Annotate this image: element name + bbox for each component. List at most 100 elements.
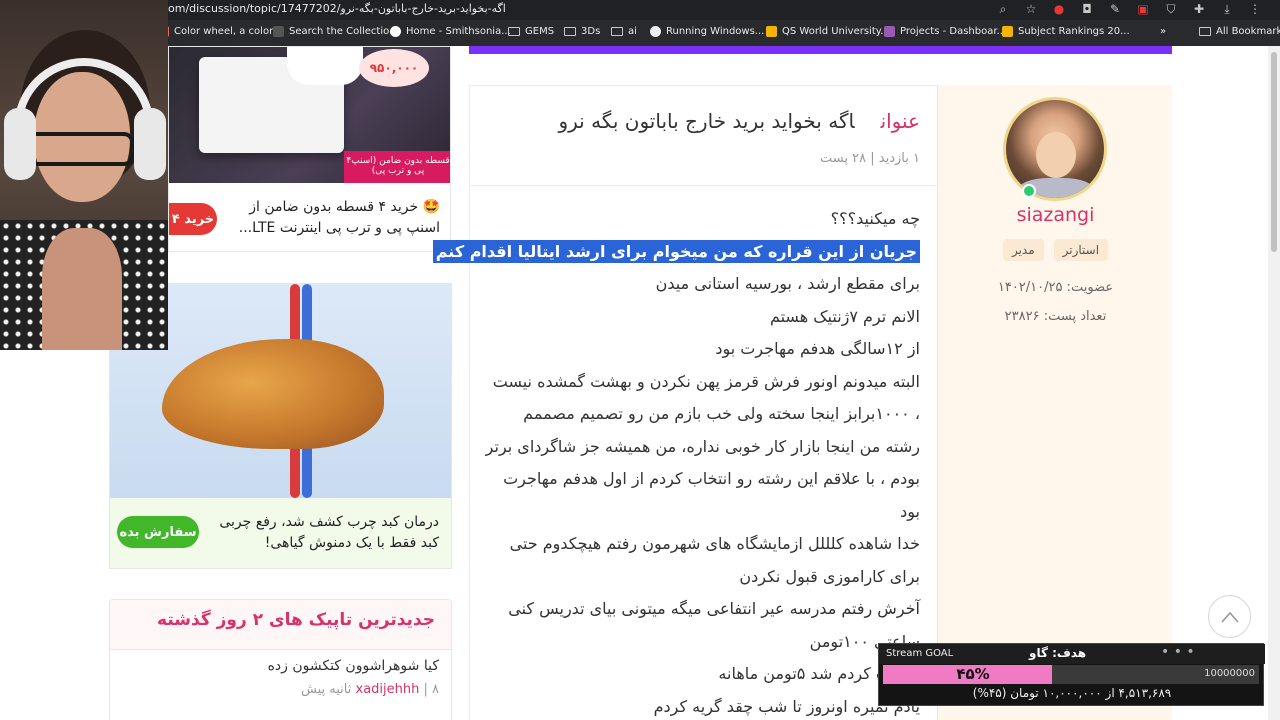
extension-eyedropper-icon[interactable]: ✎ [1108, 2, 1122, 16]
bookmark-item[interactable]: Color wheel, a color... [158, 26, 282, 37]
scrollbar-thumb[interactable] [1271, 52, 1277, 252]
bookmark-item[interactable]: Search the Collectio... [273, 26, 399, 37]
bookmark-item[interactable]: QS World University... [766, 26, 890, 37]
address-bar[interactable]: om/discussion/topic/17477202/اگه-بخواید-… [168, 2, 506, 15]
author-post-count: تعداد پست: ۲۳۸۲۶ [1004, 309, 1107, 324]
post-line: رشته من اینجا بازار کار خوبی نداره، من ه… [485, 436, 920, 456]
more-dots-icon: • • • [1161, 644, 1195, 660]
bookmark-item[interactable]: Subject Rankings 20... [1002, 26, 1130, 37]
extension-shield-icon[interactable]: ⛉ [1164, 2, 1178, 16]
post-line: ، ۱۰۰۰برابز اینجا سخته ولی خب بازم من رو… [523, 404, 920, 423]
post-line: حساب کردم شد ۵تومن ماهانه [718, 664, 920, 683]
bookmark-folder[interactable]: GEMS [508, 26, 554, 37]
bookmarks-more[interactable]: » [1160, 26, 1166, 37]
topic-meta: ۱ بازدید | ۲۸ پست [820, 151, 920, 166]
bookmark-star-icon[interactable]: ☆ [1024, 2, 1038, 16]
webcam-neck [42, 228, 122, 350]
ad-installment-banner: ۴قسطه بدون ضامن (اسنپ پی و ترب پی) [344, 151, 450, 183]
folder-icon [564, 27, 576, 36]
ad-order-button[interactable]: سفارش بده [117, 516, 199, 548]
menu-dots-icon[interactable]: ⋮ [1248, 2, 1262, 16]
author-username[interactable]: siazangi [938, 204, 1173, 226]
toolbar-icons: ⌕ ☆ ● ◘ ✎ ▣ ⛉ ✚ ⤓ ⋮ [996, 2, 1262, 16]
zoom-icon[interactable]: ⌕ [996, 2, 1010, 16]
latest-topic-user[interactable]: xadijehhh [356, 682, 420, 697]
rankings-icon [1002, 26, 1013, 37]
download-icon[interactable]: ⤓ [1220, 2, 1234, 16]
stream-goal-header: Stream GOAL هدف: گاو • • • [879, 644, 1265, 664]
post-line: بودم ، با علاقم این رشته رو انتخاب کردم … [503, 469, 920, 488]
site-icon [273, 26, 284, 37]
folder-icon [508, 27, 520, 36]
latest-topics-heading: جدیدترین تاپیک های ۲ روز گذشته [110, 600, 451, 650]
ad-badge [287, 47, 363, 85]
bookmark-item[interactable]: Projects - Dashboar... [884, 26, 1006, 37]
stream-goal-target: 10000000 [1204, 668, 1255, 679]
extension-camera-icon[interactable]: ◘ [1080, 2, 1094, 16]
bookmark-item[interactable]: Running Windows... [650, 26, 764, 37]
post-line: یادم نمیره اونروز تا شب چقد گریه کردم [653, 696, 920, 716]
liver-graphic [162, 339, 384, 449]
stream-goal-progress: ۴۵% 10000000 [883, 665, 1259, 684]
post-line: الانم ترم ۷ژنتیک هستم [769, 306, 920, 326]
post-line: برای کاراموزی قبول نکردن [739, 566, 920, 586]
extension-badge-icon[interactable]: ▣ [1136, 2, 1150, 16]
avatar[interactable] [1003, 97, 1107, 201]
browser-toolbar: om/discussion/topic/17477202/اگه-بخواید-… [0, 0, 1280, 20]
ad-modem-text[interactable]: 🤩 خرید ۴ قسطه بدون ضامن از اسنپ پی و ترب… [214, 197, 440, 239]
post-line: آخرش رفتم مدرسه عیر انتفاعی میگه میتونی … [508, 599, 920, 618]
topic-title: اگه بخواید برید خارج باباتون بگه نرو [558, 109, 855, 133]
qs-icon [766, 26, 777, 37]
post-line: خدا شاهده کلللل ازمایشگاه های شهرمون رفت… [509, 534, 920, 553]
smithsonian-icon [390, 26, 401, 37]
bookmark-item[interactable]: Home - Smithsonia... [390, 26, 511, 37]
online-status-icon [1022, 184, 1036, 198]
status-badge: مدیر [1002, 239, 1044, 261]
bookmark-folder[interactable]: ai [611, 26, 637, 37]
post-line: ساعتی ۱۰۰تومن [809, 631, 920, 651]
ad-modem-image: ۹۵۰,۰۰۰ ۴قسطه بدون ضامن (اسنپ پی و ترب پ… [169, 47, 450, 183]
windows-icon [650, 26, 661, 37]
scroll-to-top-button[interactable] [1208, 595, 1251, 638]
text-selection[interactable]: جریان از این قراره که من میخوام برای ارش… [432, 239, 920, 263]
all-bookmarks[interactable]: All Bookmarks [1199, 26, 1280, 37]
bookmark-folder[interactable]: 3Ds [564, 26, 600, 37]
stream-goal-widget: Stream GOAL هدف: گاو • • • ۴۵% 10000000 … [878, 643, 1265, 706]
bookmarks-bar: Color wheel, a color... Search the Colle… [0, 20, 1280, 46]
topic-label: عنوان [880, 109, 920, 133]
projects-icon [884, 26, 895, 37]
list-item[interactable]: کیا شوهراشوون کتکشون زده xadijehhh | ۸ ث… [110, 650, 451, 697]
extensions-puzzle-icon[interactable]: ✚ [1192, 2, 1206, 16]
ad-liver-text[interactable]: درمان کبد چرب کشف شد، رفع چربی کبد فقط ب… [199, 512, 439, 554]
headphone-cup [134, 108, 166, 180]
author-badges: استارتر مدیر [938, 239, 1173, 261]
folder-icon [1199, 27, 1211, 36]
post-body: چه میکنید؟؟؟ جریان از این قراره که من می… [432, 203, 920, 720]
author-joined: عضویت: ۱۴۰۲/۱۰/۲۵ [997, 280, 1114, 295]
post-header: عنوان اگه بخواید برید خارج باباتون بگه نر… [469, 85, 937, 186]
glasses [26, 132, 134, 166]
stream-goal-label: Stream GOAL [886, 648, 954, 659]
ad-price: ۹۵۰,۰۰۰ [359, 49, 429, 87]
page-content: ۹۵۰,۰۰۰ ۴قسطه بدون ضامن (اسنپ پی و ترب پ… [0, 46, 1280, 720]
ad-modem-banner[interactable]: ۹۵۰,۰۰۰ ۴قسطه بدون ضامن (اسنپ پی و ترب پ… [168, 46, 451, 252]
stream-goal-percent: ۴۵% [956, 665, 990, 683]
folder-icon [611, 27, 623, 36]
latest-topic-meta: xadijehhh | ۸ ثانیه پیش [301, 682, 439, 697]
post-line: البته میدونم اونور فرش قرمز پهن نکردن و … [492, 371, 920, 391]
extension-opera-icon[interactable]: ● [1052, 2, 1066, 16]
author-panel: siazangi استارتر مدیر عضویت: ۱۴۰۲/۱۰/۲۵ … [937, 85, 1172, 720]
status-badge: استارتر [1053, 239, 1109, 261]
chevron-up-icon [1220, 611, 1239, 623]
headphone-cup [4, 108, 36, 180]
ad-buy-button[interactable]: خرید ۴ [169, 203, 217, 235]
webcam-overlay [0, 0, 168, 350]
page-title: عنوان اگه بخواید برید خارج باباتون بگه نر… [558, 109, 920, 133]
latest-topics-widget: جدیدترین تاپیک های ۲ روز گذشته کیا شوهرا… [109, 599, 452, 720]
post-line: بود [900, 501, 920, 521]
latest-topic-title[interactable]: کیا شوهراشوون کتکشون زده [122, 658, 439, 674]
avatar-face [1036, 132, 1076, 178]
post-line: از ۱۲سالگی هدفم مهاجرت بود [715, 339, 920, 358]
post-line: چه میکنید؟؟؟ [830, 209, 920, 228]
scrollbar[interactable] [1268, 46, 1280, 720]
